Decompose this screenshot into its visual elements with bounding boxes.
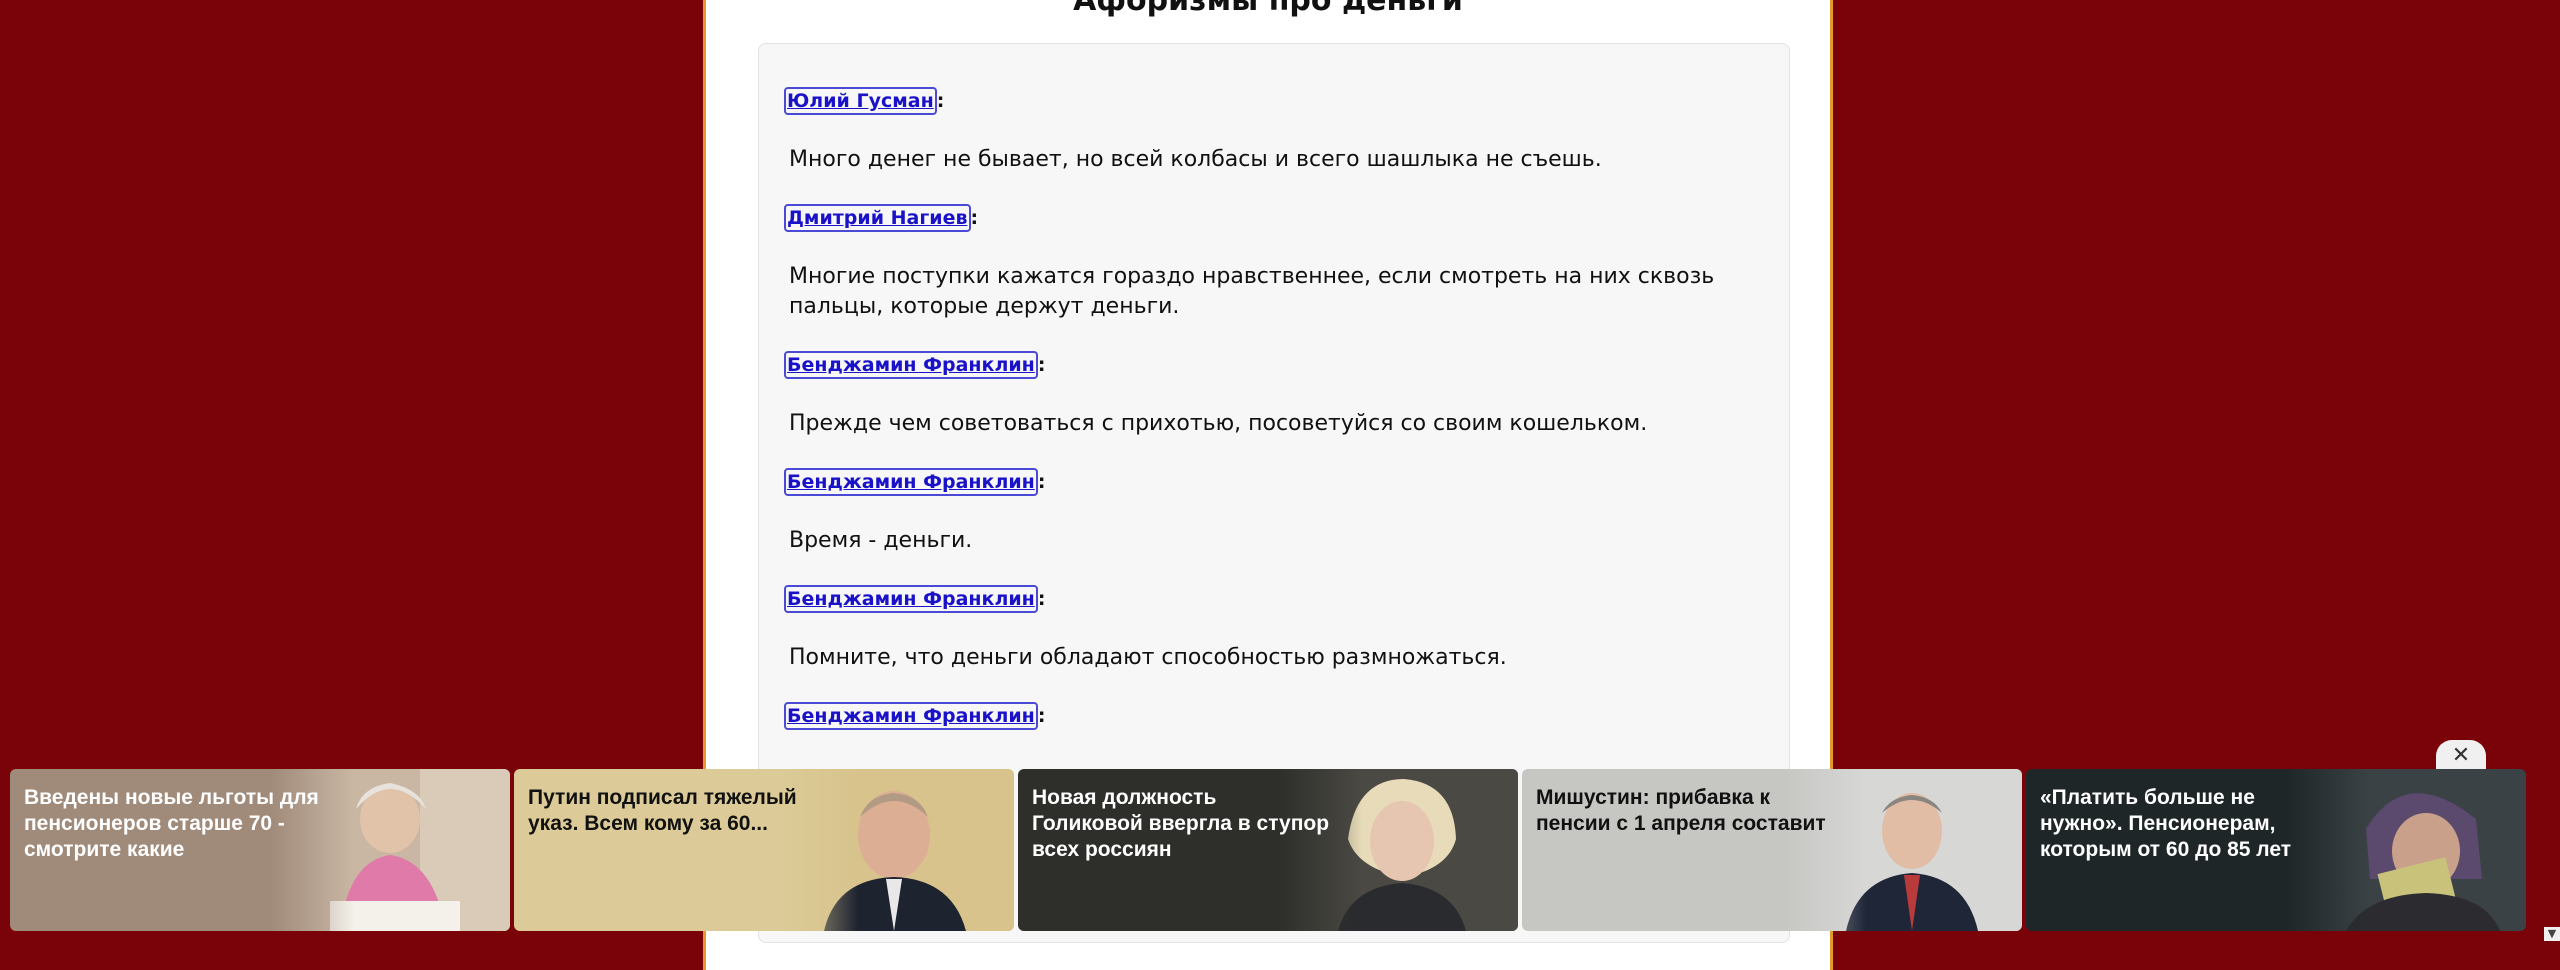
- author-link[interactable]: Бенджамин Франклин: [784, 585, 1038, 613]
- quote-text: Помните, что деньги обладают способность…: [789, 645, 1507, 670]
- author-line: Юлий Гусман:: [784, 86, 1744, 116]
- ad-card[interactable]: Мишустин: прибавка к пенсии с 1 апреля с…: [1522, 769, 2022, 931]
- author-link[interactable]: Бенджамин Франклин: [784, 468, 1038, 496]
- scroll-down-icon[interactable]: ▼: [2544, 927, 2560, 941]
- quote-text: Многие поступки кажатся гораздо нравстве…: [789, 264, 1715, 319]
- ad-strip: Введены новые льготы для пенсионеров ста…: [10, 769, 2530, 931]
- ad-headline: Путин подписал тяжелый указ. Всем кому з…: [528, 786, 797, 835]
- quote-entry: Бенджамин Франклин: Прежде чем советоват…: [784, 350, 1744, 439]
- quote-text: Прежде чем советоваться с прихотью, посо…: [789, 411, 1648, 436]
- author-separator: :: [1037, 588, 1046, 610]
- ad-card[interactable]: Введены новые льготы для пенсионеров ста…: [10, 769, 510, 931]
- quote-entry: Юлий Гусман: Много денег не бывает, но в…: [784, 86, 1744, 175]
- author-separator: :: [970, 207, 979, 229]
- author-line: Бенджамин Франклин:: [784, 350, 1744, 380]
- ad-card[interactable]: «Платить больше не нужно». Пенсионерам, …: [2026, 769, 2526, 931]
- author-line: Бенджамин Франклин:: [784, 701, 1744, 731]
- author-separator: :: [936, 90, 945, 112]
- quote-entry: Бенджамин Франклин:: [784, 701, 1744, 731]
- quote-entry: Дмитрий Нагиев: Многие поступки кажатся …: [784, 203, 1744, 322]
- page-title: Афоризмы про деньги: [1073, 0, 1463, 18]
- author-link[interactable]: Юлий Гусман: [784, 87, 937, 115]
- quotes-list: Юлий Гусман: Много денег не бывает, но в…: [784, 86, 1744, 731]
- ad-headline: Новая должность Голиковой ввергла в ступ…: [1032, 786, 1330, 861]
- author-line: Бенджамин Франклин:: [784, 467, 1744, 497]
- ad-card[interactable]: Новая должность Голиковой ввергла в ступ…: [1018, 769, 1518, 931]
- author-link[interactable]: Дмитрий Нагиев: [784, 204, 971, 232]
- author-separator: :: [1037, 705, 1046, 727]
- ad-close-button[interactable]: ✕: [2436, 740, 2486, 772]
- author-separator: :: [1037, 471, 1046, 493]
- author-link[interactable]: Бенджамин Франклин: [784, 702, 1038, 730]
- author-separator: :: [1037, 354, 1046, 376]
- author-link[interactable]: Бенджамин Франклин: [784, 351, 1038, 379]
- quote-entry: Бенджамин Франклин: Помните, что деньги …: [784, 584, 1744, 673]
- page-scrollbar[interactable]: ▼: [2544, 0, 2560, 941]
- author-line: Бенджамин Франклин:: [784, 584, 1744, 614]
- quote-text: Время - деньги.: [789, 528, 973, 553]
- author-line: Дмитрий Нагиев:: [784, 203, 1744, 233]
- ad-headline: Мишустин: прибавка к пенсии с 1 апреля с…: [1536, 786, 1826, 835]
- quote-entry: Бенджамин Франклин: Время - деньги.: [784, 467, 1744, 556]
- ad-headline: «Платить больше не нужно». Пенсионерам, …: [2040, 786, 2292, 861]
- quote-text: Много денег не бывает, но всей колбасы и…: [789, 147, 1602, 172]
- ad-headline: Введены новые льготы для пенсионеров ста…: [24, 786, 319, 861]
- ad-card[interactable]: Путин подписал тяжелый указ. Всем кому з…: [514, 769, 1014, 931]
